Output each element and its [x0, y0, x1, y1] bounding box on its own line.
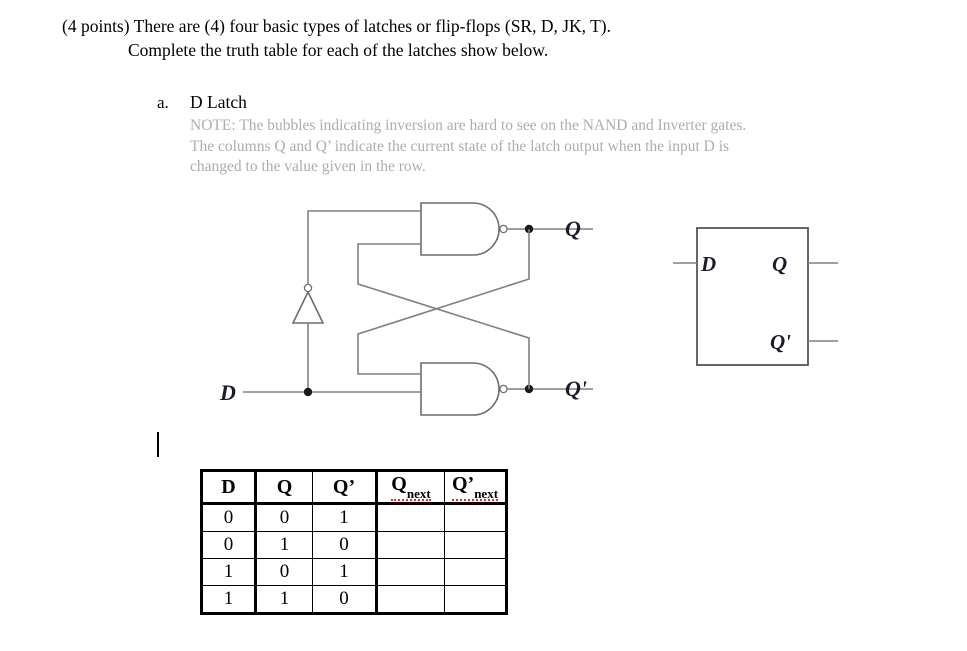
inverter-gate [291, 283, 325, 324]
table-row: 1 0 1 [200, 558, 508, 586]
header-text-d: D [221, 475, 236, 498]
nand-gate-top [420, 202, 508, 256]
nand-gate-bottom-inversion-bubble [499, 384, 508, 394]
inverter-inversion-bubble [303, 283, 313, 293]
header-cell-qprime: Q’ [312, 469, 378, 505]
text-cursor-caret [157, 432, 159, 457]
cell-d: 1 [200, 558, 257, 586]
truth-table-container: D Q Q’ Qnext Q’next 0 0 1 0 1 0 1 0 1 1 … [200, 469, 508, 615]
cell-q: 1 [255, 531, 313, 559]
cell-q: 0 [255, 558, 313, 586]
note-line-1: NOTE: The bubbles indicating inversion a… [190, 117, 747, 134]
block-symbol-box [696, 227, 809, 366]
cell-d: 0 [200, 502, 257, 532]
spellcheck-underline-qnext: Qnext [391, 473, 431, 501]
header-text-qprimenext: Q’ [451, 473, 475, 495]
wire-inverter-out-to-nand-top [307, 210, 421, 285]
circuit-label-q: Q [565, 216, 581, 241]
circuit-label-qnot: Q' [565, 376, 587, 401]
part-a-note: NOTE: The bubbles indicating inversion a… [190, 116, 870, 178]
cell-qnext[interactable] [376, 558, 445, 586]
nand-gate-top-inversion-bubble [499, 224, 508, 234]
part-a-title: D Latch [190, 92, 247, 112]
part-a-letter: a. [157, 93, 169, 112]
question-line-1: (4 points) There are (4) four basic type… [62, 16, 612, 36]
header-text-qprime: Q’ [332, 475, 356, 498]
nand-gate-top-body [420, 202, 500, 256]
header-sub-qprimenext: next [474, 486, 499, 501]
part-a-heading: a. D Latch [157, 92, 877, 113]
note-line-2: The columns Q and Q’ indicate the curren… [190, 137, 730, 155]
junction-dot-qnot [524, 384, 534, 394]
header-cell-q: Q [255, 469, 313, 505]
junction-dot-q [524, 224, 534, 234]
cell-qprimenext[interactable] [444, 531, 508, 559]
nand-gate-bottom-body [420, 362, 500, 416]
cell-qprimenext[interactable] [444, 585, 508, 615]
header-cell-qprimenext: Q’next [444, 469, 508, 505]
header-text-q: Q [276, 475, 293, 498]
cell-qnext[interactable] [376, 502, 445, 532]
junction-dot-d-branch [303, 387, 313, 397]
cell-qprime: 0 [312, 531, 378, 559]
table-row: 0 0 1 [200, 502, 508, 532]
header-text-qnext: Q [391, 473, 407, 495]
header-sub-qnext: next [406, 486, 431, 501]
d-latch-truth-table: D Q Q’ Qnext Q’next 0 0 1 0 1 0 1 0 1 1 … [200, 469, 508, 615]
cell-d: 1 [200, 585, 257, 615]
inverter-gate-body [291, 290, 325, 324]
cell-d: 0 [200, 531, 257, 559]
table-header-row: D Q Q’ Qnext Q’next [200, 469, 508, 505]
nand-gate-bottom [420, 362, 508, 416]
d-latch-block-symbol: D Q Q' [673, 227, 838, 366]
table-row: 0 1 0 [200, 531, 508, 559]
wire-crosscouple-qnot-to-nand-top [357, 243, 530, 389]
question-heading: (4 points) There are (4) four basic type… [62, 14, 862, 62]
circuit-label-d: D [219, 380, 236, 405]
header-cell-d: D [200, 469, 257, 505]
part-a-section: a. D Latch NOTE: The bubbles indicating … [157, 92, 877, 178]
cell-qprimenext[interactable] [444, 502, 508, 532]
question-line-2: Complete the truth table for each of the… [128, 40, 549, 60]
cell-qnext[interactable] [376, 531, 445, 559]
cell-qprime: 0 [312, 585, 378, 615]
wire-crosscouple-q-to-nand-bottom [357, 229, 530, 375]
cell-qprimenext[interactable] [444, 558, 508, 586]
header-cell-qnext: Qnext [376, 469, 445, 505]
spellcheck-underline-qprimenext: Q’next [451, 473, 499, 501]
block-label-q: Q [772, 252, 787, 276]
note-line-3: changed to the value given in the row. [190, 158, 426, 175]
block-label-d: D [700, 252, 716, 276]
cell-qnext[interactable] [376, 585, 445, 615]
cell-q: 1 [255, 585, 313, 615]
cell-qprime: 1 [312, 502, 378, 532]
table-row: 1 1 0 [200, 585, 508, 615]
cell-q: 0 [255, 502, 313, 532]
block-label-qnot: Q' [770, 330, 791, 354]
cell-qprime: 1 [312, 558, 378, 586]
